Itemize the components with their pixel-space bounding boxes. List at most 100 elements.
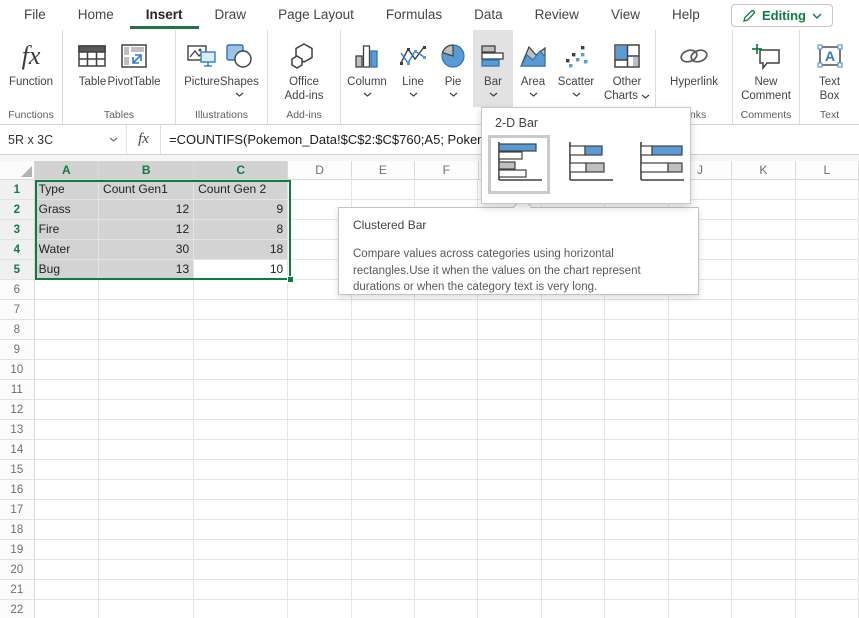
cell-A21[interactable]	[35, 580, 99, 600]
tab-review[interactable]: Review	[519, 1, 595, 29]
tab-help[interactable]: Help	[656, 1, 716, 29]
cell-I12[interactable]	[605, 400, 668, 420]
cell-I18[interactable]	[605, 520, 668, 540]
cell-E16[interactable]	[352, 480, 415, 500]
cell-D7[interactable]	[288, 300, 351, 320]
cell-B13[interactable]	[99, 420, 194, 440]
cell-J16[interactable]	[669, 480, 732, 500]
cell-J20[interactable]	[669, 560, 732, 580]
cell-J11[interactable]	[669, 380, 732, 400]
column-header-D[interactable]: D	[288, 161, 351, 180]
cell-I9[interactable]	[605, 340, 668, 360]
row-header-17[interactable]: 17	[0, 500, 35, 520]
cell-L18[interactable]	[796, 520, 859, 540]
column-header-K[interactable]: K	[732, 161, 795, 180]
row-header-14[interactable]: 14	[0, 440, 35, 460]
cell-A14[interactable]	[35, 440, 99, 460]
tab-home[interactable]: Home	[62, 1, 130, 29]
shapes-button[interactable]: Shapes	[220, 30, 259, 107]
tab-data[interactable]: Data	[458, 1, 519, 29]
cell-H21[interactable]	[542, 580, 605, 600]
cell-B10[interactable]	[99, 360, 194, 380]
cell-G17[interactable]	[478, 500, 541, 520]
cell-I8[interactable]	[605, 320, 668, 340]
cell-G12[interactable]	[478, 400, 541, 420]
cell-B7[interactable]	[99, 300, 194, 320]
cell-K5[interactable]	[732, 260, 795, 280]
row-header-19[interactable]: 19	[0, 540, 35, 560]
cell-L1[interactable]	[796, 180, 859, 200]
cell-D17[interactable]	[288, 500, 351, 520]
cell-L20[interactable]	[796, 560, 859, 580]
column-header-B[interactable]: B	[99, 161, 194, 180]
cell-E19[interactable]	[352, 540, 415, 560]
cell-F12[interactable]	[415, 400, 478, 420]
cell-A15[interactable]	[35, 460, 99, 480]
cell-A20[interactable]	[35, 560, 99, 580]
cell-H18[interactable]	[542, 520, 605, 540]
cell-L5[interactable]	[796, 260, 859, 280]
cell-G8[interactable]	[478, 320, 541, 340]
cell-G19[interactable]	[478, 540, 541, 560]
cell-K15[interactable]	[732, 460, 795, 480]
cell-F17[interactable]	[415, 500, 478, 520]
row-header-15[interactable]: 15	[0, 460, 35, 480]
cell-I15[interactable]	[605, 460, 668, 480]
pivottable-button[interactable]: PivotTable	[107, 30, 160, 107]
tab-view[interactable]: View	[595, 1, 656, 29]
chart-option-stacked-bar[interactable]	[559, 135, 621, 194]
cell-C15[interactable]	[194, 460, 288, 480]
cell-B4[interactable]: 30	[99, 240, 194, 260]
cell-K18[interactable]	[732, 520, 795, 540]
cell-L4[interactable]	[796, 240, 859, 260]
cell-L19[interactable]	[796, 540, 859, 560]
cell-B17[interactable]	[99, 500, 194, 520]
cell-D14[interactable]	[288, 440, 351, 460]
row-header-4[interactable]: 4	[0, 240, 35, 260]
cell-J13[interactable]	[669, 420, 732, 440]
row-header-6[interactable]: 6	[0, 280, 35, 300]
cell-G14[interactable]	[478, 440, 541, 460]
cell-I11[interactable]	[605, 380, 668, 400]
cell-I10[interactable]	[605, 360, 668, 380]
cell-C7[interactable]	[194, 300, 288, 320]
cell-C21[interactable]	[194, 580, 288, 600]
cell-J7[interactable]	[669, 300, 732, 320]
cell-H9[interactable]	[542, 340, 605, 360]
row-header-5[interactable]: 5	[0, 260, 35, 280]
cell-F20[interactable]	[415, 560, 478, 580]
cell-C5[interactable]: 10	[194, 260, 288, 280]
cell-E9[interactable]	[352, 340, 415, 360]
chart-option-100-stacked-bar[interactable]	[630, 135, 692, 194]
cell-F15[interactable]	[415, 460, 478, 480]
cell-K19[interactable]	[732, 540, 795, 560]
cell-B19[interactable]	[99, 540, 194, 560]
cell-B9[interactable]	[99, 340, 194, 360]
office-addins-button[interactable]: Office Add-ins	[278, 30, 330, 107]
cell-D8[interactable]	[288, 320, 351, 340]
cell-G10[interactable]	[478, 360, 541, 380]
cell-C4[interactable]: 18	[194, 240, 288, 260]
cell-F21[interactable]	[415, 580, 478, 600]
column-header-L[interactable]: L	[796, 161, 859, 180]
text-box-button[interactable]: A Text Box	[812, 30, 848, 107]
cell-F14[interactable]	[415, 440, 478, 460]
cell-A17[interactable]	[35, 500, 99, 520]
cell-J14[interactable]	[669, 440, 732, 460]
cell-D22[interactable]	[288, 600, 351, 618]
row-header-1[interactable]: 1	[0, 180, 35, 200]
select-all-corner[interactable]	[0, 161, 35, 180]
cell-B5[interactable]: 13	[99, 260, 194, 280]
cell-K4[interactable]	[732, 240, 795, 260]
cell-J21[interactable]	[669, 580, 732, 600]
cell-B21[interactable]	[99, 580, 194, 600]
cell-I7[interactable]	[605, 300, 668, 320]
tab-file[interactable]: File	[8, 1, 62, 29]
cell-C11[interactable]	[194, 380, 288, 400]
cell-D15[interactable]	[288, 460, 351, 480]
cell-C19[interactable]	[194, 540, 288, 560]
cell-E15[interactable]	[352, 460, 415, 480]
cell-L3[interactable]	[796, 220, 859, 240]
chart-option-clustered-bar[interactable]	[488, 135, 550, 194]
cell-K1[interactable]	[732, 180, 795, 200]
